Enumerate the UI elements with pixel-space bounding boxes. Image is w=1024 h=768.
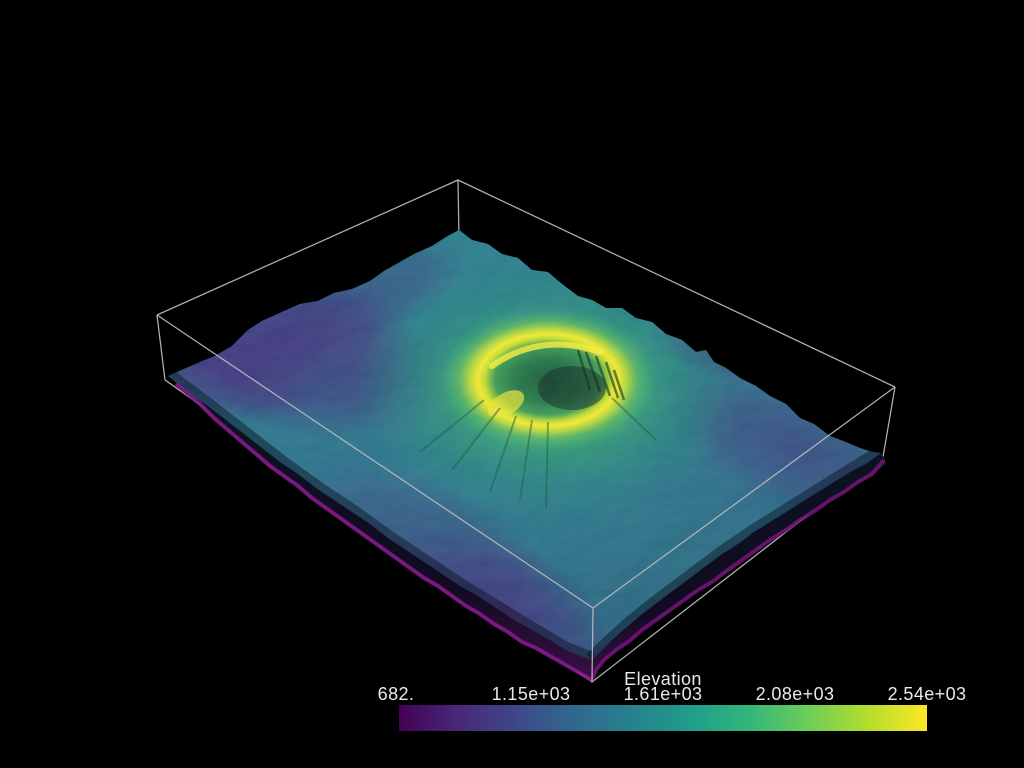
colorbar-tick-label: 1.61e+03	[624, 684, 703, 704]
colorbar-tick-label: 682.	[378, 684, 415, 704]
terrain-mesh	[168, 230, 886, 682]
render-window: Elevation 682. 1.15e+03 1.61e+03 2.08e+0…	[0, 0, 1024, 768]
scene-viewport[interactable]: Elevation 682. 1.15e+03 1.61e+03 2.08e+0…	[0, 0, 1024, 768]
colorbar-tick-label: 2.08e+03	[756, 684, 835, 704]
colorbar-gradient	[399, 705, 927, 731]
colorbar-tick-label: 2.54e+03	[888, 684, 967, 704]
colorbar-tick-label: 1.15e+03	[492, 684, 571, 704]
colorbar: Elevation 682. 1.15e+03 1.61e+03 2.08e+0…	[378, 669, 967, 731]
